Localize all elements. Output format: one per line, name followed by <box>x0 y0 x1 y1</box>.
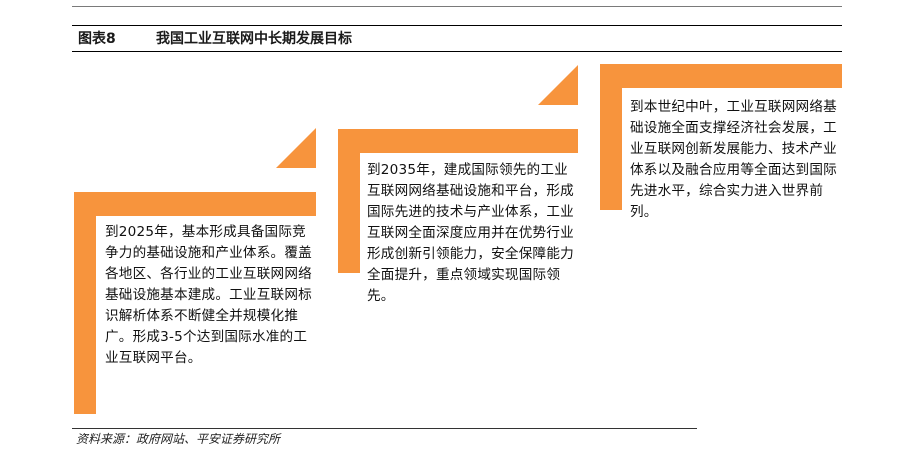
stage-3-text: 到本世纪中叶，工业互联网网络基础设施全面支撑经济社会发展，工业互联网创新发展能力… <box>630 99 837 220</box>
source-rule <box>72 428 697 429</box>
stage-1-text: 到2025年，基本形成具备国际竞争力的基础设施和产业体系。覆盖各地区、各行业的工… <box>105 224 312 366</box>
stage-2-triangle <box>538 65 578 105</box>
stage-2-text: 到2035年，建成国际领先的工业互联网网络基础设施和平台，形成国际先进的技术与产… <box>367 162 574 304</box>
stage-1-triangle <box>276 128 316 168</box>
source-note: 资料来源：政府网站、平安证券研究所 <box>76 432 281 446</box>
